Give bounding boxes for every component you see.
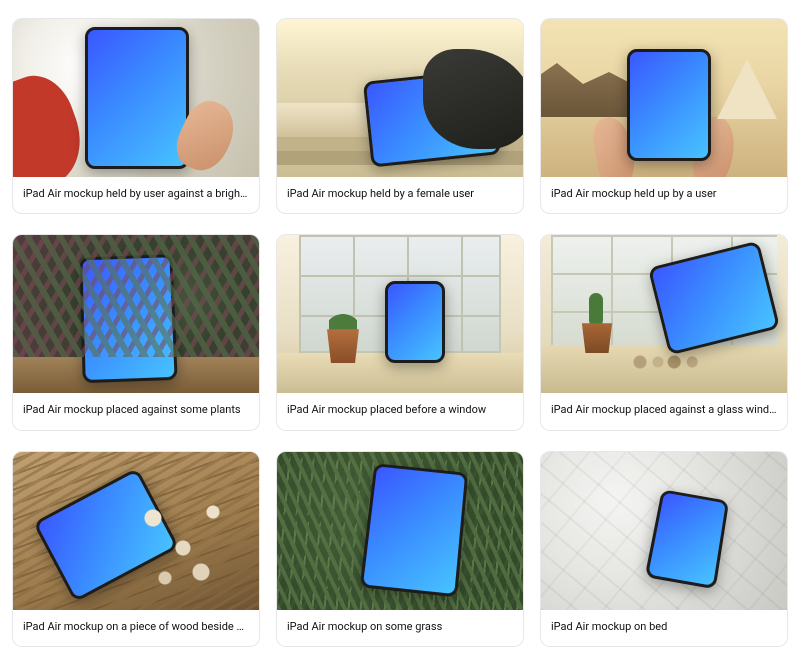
mockup-caption: iPad Air mockup held up by a user [541, 177, 787, 213]
mockup-card[interactable]: iPad Air mockup placed before a window [276, 234, 524, 430]
tablet-device-icon [645, 489, 729, 589]
mockup-card[interactable]: iPad Air mockup held by user against a b… [12, 18, 260, 214]
mockup-card[interactable]: iPad Air mockup placed against some plan… [12, 234, 260, 430]
mockup-card[interactable]: iPad Air mockup placed against a glass w… [540, 234, 788, 430]
mockup-card[interactable]: iPad Air mockup on some grass [276, 451, 524, 647]
mockup-thumbnail [541, 235, 787, 393]
tablet-device-icon [627, 49, 711, 161]
mockup-caption: iPad Air mockup placed against a glass w… [541, 393, 787, 429]
plant-icon [329, 305, 357, 333]
mockup-thumbnail [13, 452, 259, 610]
mockup-thumbnail [541, 452, 787, 610]
tablet-device-icon [33, 467, 179, 602]
mockup-caption: iPad Air mockup on a piece of wood besid… [13, 610, 259, 646]
window-sill-icon [541, 345, 787, 393]
mockup-thumbnail [277, 235, 523, 393]
mockup-caption: iPad Air mockup placed before a window [277, 393, 523, 429]
mockup-caption: iPad Air mockup on bed [541, 610, 787, 646]
mockup-card[interactable]: iPad Air mockup held by a female user [276, 18, 524, 214]
cactus-icon [589, 293, 603, 327]
mockup-grid: iPad Air mockup held by user against a b… [12, 18, 788, 647]
rocks-icon [631, 355, 721, 369]
tablet-device-icon [79, 255, 177, 384]
mockup-thumbnail [541, 19, 787, 177]
mockup-caption: iPad Air mockup held by user against a b… [13, 177, 259, 213]
mockup-card[interactable]: iPad Air mockup on bed [540, 451, 788, 647]
mockup-thumbnail [13, 235, 259, 393]
tablet-device-icon [385, 281, 445, 363]
mockup-thumbnail [277, 19, 523, 177]
mockup-caption: iPad Air mockup on some grass [277, 610, 523, 646]
mockup-card[interactable]: iPad Air mockup held up by a user [540, 18, 788, 214]
mockup-card[interactable]: iPad Air mockup on a piece of wood besid… [12, 451, 260, 647]
tablet-device-icon [360, 463, 469, 597]
mockup-thumbnail [13, 19, 259, 177]
tablet-device-icon [363, 68, 501, 167]
mockup-caption: iPad Air mockup held by a female user [277, 177, 523, 213]
mockup-thumbnail [277, 452, 523, 610]
tablet-device-icon [85, 27, 189, 169]
mockup-caption: iPad Air mockup placed against some plan… [13, 393, 259, 429]
